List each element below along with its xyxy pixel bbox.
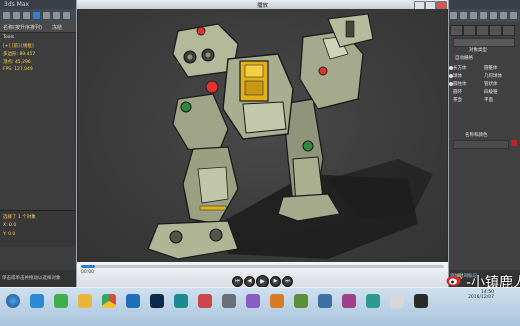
object-name-field[interactable]	[453, 140, 509, 149]
command-panel: 对象类型 自动栅格 长方体 圆锥体 球体 几何球体 圆柱体 管状体 圆环 四棱锥…	[447, 22, 520, 287]
mech-render	[147, 13, 433, 260]
angle-snap-icon[interactable]	[460, 12, 467, 19]
scene-explorer-panel: 名称(按升序排列) 冻结 Tools [+] [前] [线框] 多边形: 89,…	[0, 22, 77, 287]
object-teapot[interactable]: 茶壶	[453, 97, 462, 103]
object-plane[interactable]: 平面	[484, 97, 493, 103]
selection-text: 选择了 1 个对象	[3, 215, 36, 220]
host-title: 3ds Max	[4, 1, 30, 8]
radio-icon[interactable]	[449, 82, 453, 86]
app-icon[interactable]	[414, 294, 428, 308]
tab-display[interactable]	[502, 25, 515, 36]
tab-create[interactable]	[450, 25, 463, 36]
link-icon[interactable]	[33, 12, 40, 19]
clock-date: 2016/12/07	[468, 295, 494, 300]
time-readout: 00:00	[81, 270, 94, 275]
viewport-menu[interactable]: [+] [前] [线框]	[3, 43, 34, 49]
select-icon[interactable]	[23, 12, 30, 19]
name-color-title: 名称和颜色	[465, 133, 488, 138]
align-icon[interactable]	[490, 12, 497, 19]
selection-info: 选择了 1 个对象 X: 0.0 Y: 0.0	[0, 210, 77, 247]
radio-icon[interactable]	[449, 66, 453, 70]
geometry-dropdown[interactable]	[453, 38, 515, 47]
render-icon[interactable]	[510, 12, 517, 19]
player-icon[interactable]	[222, 294, 236, 308]
folder-icon[interactable]	[78, 294, 92, 308]
next-button[interactable]: ⏭	[282, 276, 293, 287]
player-title: 播放	[256, 3, 268, 9]
app-icon[interactable]	[366, 294, 380, 308]
previous-icon: ⏮	[235, 278, 240, 284]
app-icon[interactable]	[246, 294, 260, 308]
seek-bar[interactable]	[81, 265, 444, 268]
app-icon[interactable]	[342, 294, 356, 308]
object-cylinder[interactable]: 圆柱体	[453, 81, 467, 87]
qq-icon[interactable]	[126, 294, 140, 308]
object-torus[interactable]: 圆环	[453, 89, 462, 95]
previous-button[interactable]: ⏮	[232, 276, 243, 287]
start-icon[interactable]	[6, 294, 20, 308]
object-type-title: 对象类型	[469, 48, 487, 53]
snap-icon[interactable]	[450, 12, 457, 19]
status-bar-left: 单击或单击并拖动以选择对象	[0, 270, 77, 287]
seek-progress	[81, 265, 95, 268]
taskbar: 14:50 2016/12/07	[0, 287, 520, 326]
object-box[interactable]: 长方体	[453, 65, 467, 71]
app-icon[interactable]	[390, 294, 404, 308]
move-icon[interactable]	[43, 12, 50, 19]
rewind-button[interactable]: ◀	[244, 276, 255, 287]
player-title-bar: 播放	[77, 0, 448, 10]
percent-snap-icon[interactable]	[470, 12, 477, 19]
player-window: 播放 00:00 ⏮ ◀ ▶ ▶ ⏭	[76, 0, 449, 288]
undo-icon[interactable]	[3, 12, 10, 19]
video-viewport[interactable]	[78, 9, 447, 262]
vertex-count: 顶点: 45,296	[3, 60, 31, 65]
tab-hierarchy[interactable]	[476, 25, 489, 36]
coord-x[interactable]: X: 0.0	[3, 223, 16, 228]
redo-icon[interactable]	[13, 12, 20, 19]
app-icon[interactable]	[294, 294, 308, 308]
scene-explorer-header: 名称(按升序排列) 冻结	[0, 22, 77, 33]
object-pyramid[interactable]: 四棱锥	[484, 89, 498, 95]
object-tube[interactable]: 管状体	[484, 81, 498, 87]
chrome-icon[interactable]	[102, 294, 116, 308]
object-color-swatch[interactable]	[511, 140, 517, 146]
next-icon: ⏭	[285, 278, 290, 284]
layer-icon[interactable]	[500, 12, 507, 19]
360-icon[interactable]	[54, 294, 68, 308]
radio-icon[interactable]	[449, 74, 453, 78]
viewport-label: Tools	[3, 35, 15, 40]
ps-icon[interactable]	[150, 294, 164, 308]
object-cone[interactable]: 圆锥体	[484, 65, 498, 71]
column-freeze[interactable]: 冻结	[52, 24, 62, 31]
forward-button[interactable]: ▶	[270, 276, 281, 287]
app-icon[interactable]	[270, 294, 284, 308]
coord-y[interactable]: Y: 0.0	[3, 232, 15, 237]
weibo-logo-icon	[446, 274, 463, 286]
tab-motion[interactable]	[489, 25, 502, 36]
forward-icon: ▶	[273, 278, 278, 284]
mirror-icon[interactable]	[480, 12, 487, 19]
fps-readout: FPS: 127.049	[3, 67, 33, 72]
column-name[interactable]: 名称(按升序排列)	[3, 24, 42, 31]
poly-count: 多边形: 89,457	[3, 52, 36, 57]
rewind-icon: ◀	[247, 278, 252, 284]
app-icon[interactable]	[318, 294, 332, 308]
status-prompt: 单击或单击并拖动以选择对象	[2, 276, 61, 281]
play-icon: ▶	[260, 278, 265, 285]
playback-controls: 00:00 ⏮ ◀ ▶ ▶ ⏭	[77, 262, 448, 288]
rotate-icon[interactable]	[53, 12, 60, 19]
tray-clock[interactable]: 14:50 2016/12/07	[468, 290, 494, 300]
video-icon[interactable]	[198, 294, 212, 308]
ie-icon[interactable]	[30, 294, 44, 308]
max-icon[interactable]	[174, 294, 188, 308]
scale-icon[interactable]	[63, 12, 70, 19]
object-geosphere[interactable]: 几何球体	[484, 73, 502, 79]
tab-modify[interactable]	[463, 25, 476, 36]
autogrid-label[interactable]: 自动栅格	[455, 55, 473, 61]
object-sphere[interactable]: 球体	[453, 73, 462, 79]
